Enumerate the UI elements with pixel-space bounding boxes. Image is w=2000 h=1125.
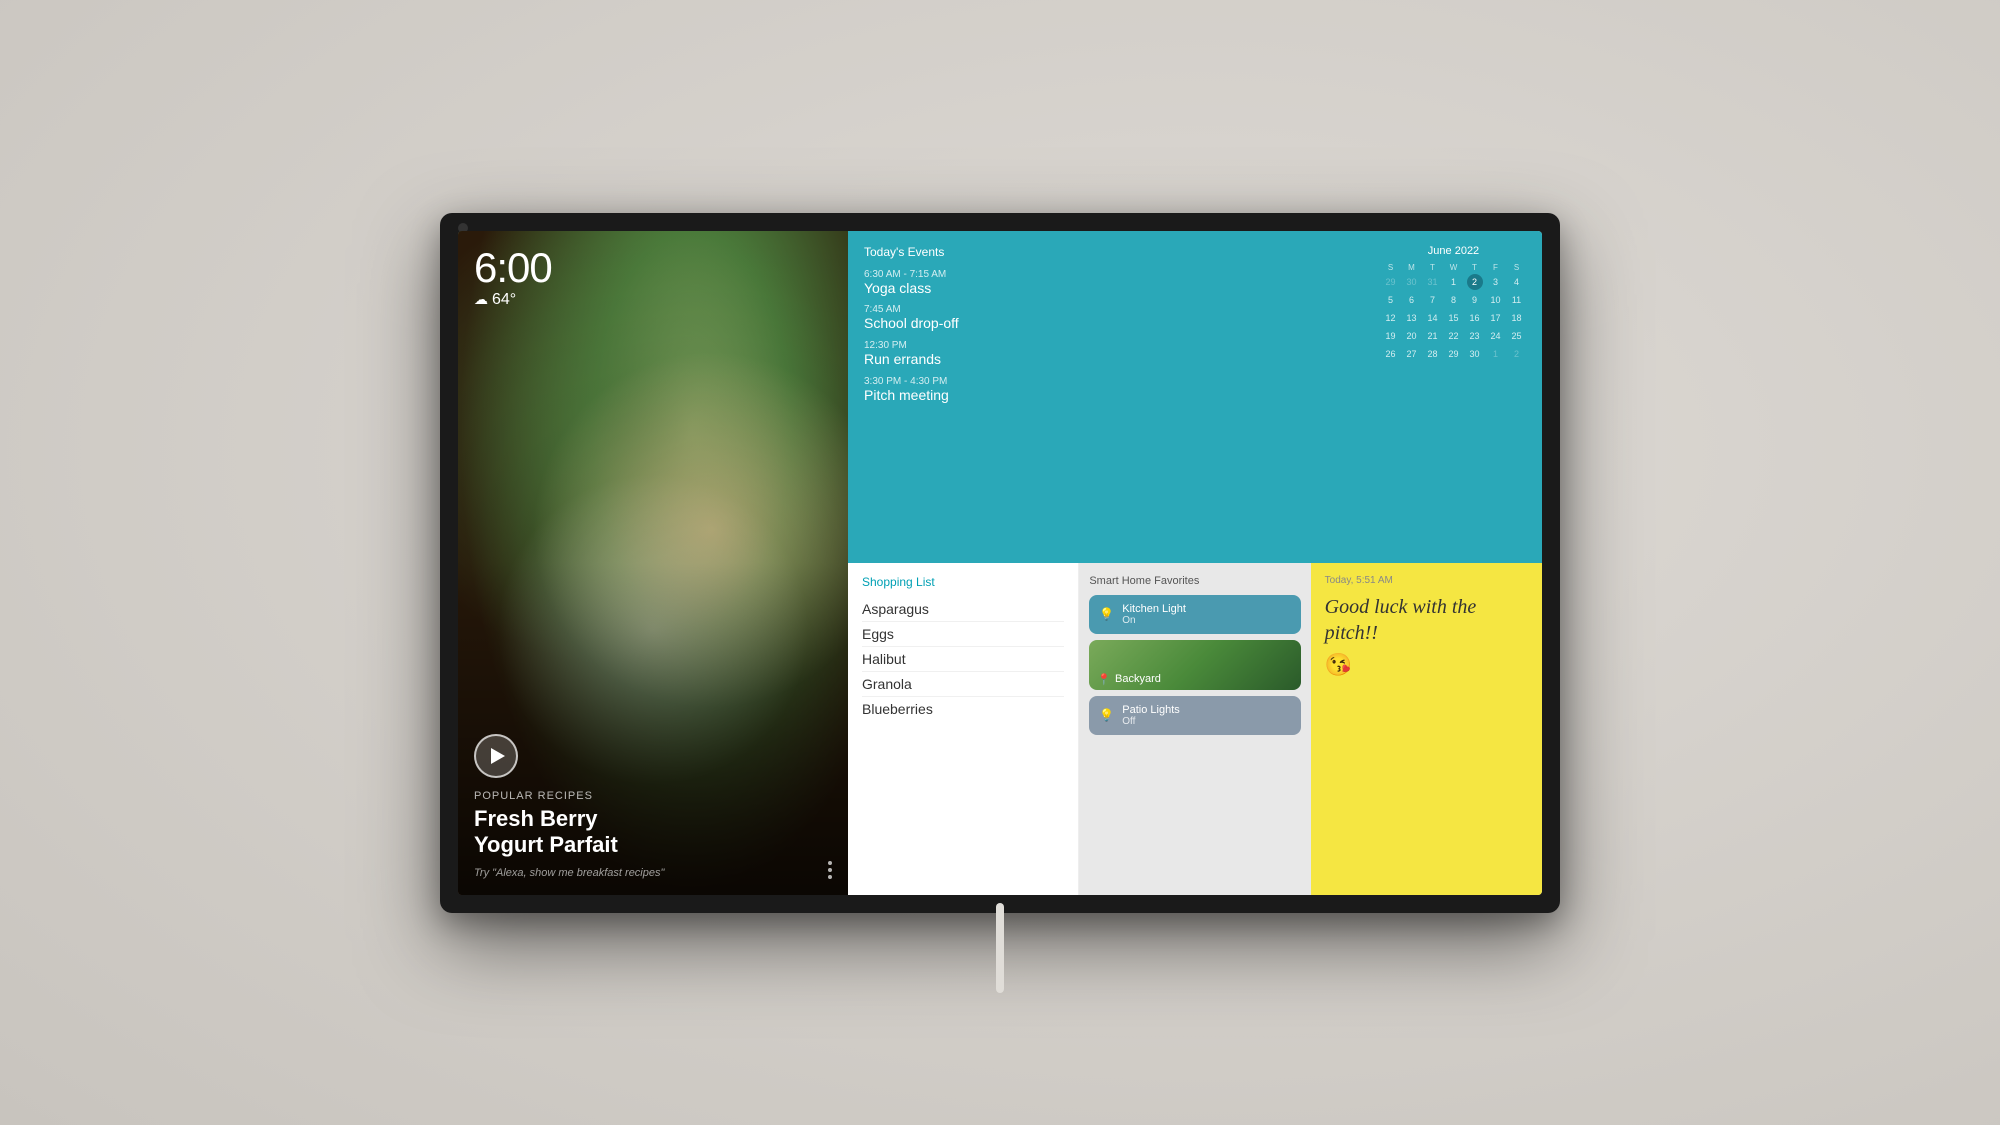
event-item[interactable]: 6:30 AM - 7:15 AM Yoga class bbox=[864, 269, 1365, 297]
event-item[interactable]: 12:30 PM Run errands bbox=[864, 340, 1365, 368]
device-name: Kitchen Light bbox=[1122, 603, 1290, 615]
power-cable bbox=[996, 903, 1004, 993]
note-content: Good luck with the pitch!! bbox=[1325, 594, 1528, 646]
shopping-panel: Shopping List Asparagus Eggs Halibut Gra… bbox=[848, 563, 1079, 895]
event-time: 12:30 PM bbox=[864, 340, 1365, 351]
popular-label: Popular Recipes bbox=[474, 790, 832, 802]
smarthome-title: Smart Home Favorites bbox=[1089, 575, 1300, 587]
media-panel: 6:00 ☁ 64° Popular Recipes Fresh Berry Y… bbox=[458, 231, 848, 895]
time-weather: 6:00 ☁ 64° bbox=[474, 247, 832, 309]
weather-display: ☁ 64° bbox=[474, 291, 832, 309]
calendar-panel: Today's Events 6:30 AM - 7:15 AM Yoga cl… bbox=[848, 231, 1542, 563]
screen: 6:00 ☁ 64° Popular Recipes Fresh Berry Y… bbox=[458, 231, 1542, 895]
more-options[interactable] bbox=[828, 861, 832, 879]
shopping-item[interactable]: Eggs bbox=[862, 622, 1064, 647]
backyard-label: 📍 Backyard bbox=[1097, 673, 1161, 686]
recipe-title: Fresh Berry Yogurt Parfait bbox=[474, 806, 832, 859]
events-section: Today's Events 6:30 AM - 7:15 AM Yoga cl… bbox=[864, 245, 1365, 549]
device-info: Patio Lights Off bbox=[1122, 704, 1290, 727]
play-icon bbox=[491, 748, 505, 764]
device-status: On bbox=[1122, 615, 1290, 626]
smarthome-panel: Smart Home Favorites 💡 Kitchen Light On … bbox=[1079, 563, 1310, 895]
temperature: 64° bbox=[492, 291, 516, 309]
shopping-list-title: Shopping List bbox=[862, 575, 1064, 589]
backyard-card[interactable]: 📍 Backyard bbox=[1089, 640, 1300, 690]
event-time: 3:30 PM - 4:30 PM bbox=[864, 376, 1365, 387]
mini-calendar: June 2022 S M T W T F S 29 30 31 1 2 3 bbox=[1381, 245, 1526, 549]
event-time: 6:30 AM - 7:15 AM bbox=[864, 269, 1365, 280]
kitchen-light-card[interactable]: 💡 Kitchen Light On bbox=[1089, 595, 1300, 634]
event-name: Yoga class bbox=[864, 280, 1365, 297]
shopping-item[interactable]: Blueberries bbox=[862, 697, 1064, 721]
calendar-grid: S M T W T F S 29 30 31 1 2 3 4 5 bbox=[1381, 263, 1526, 362]
play-button[interactable] bbox=[474, 734, 518, 778]
media-bottom: Popular Recipes Fresh Berry Yogurt Parfa… bbox=[474, 734, 832, 879]
event-name: School drop-off bbox=[864, 315, 1365, 332]
time-display: 6:00 bbox=[474, 247, 832, 289]
device-info: Kitchen Light On bbox=[1122, 603, 1290, 626]
event-name: Pitch meeting bbox=[864, 387, 1365, 404]
event-time: 7:45 AM bbox=[864, 304, 1365, 315]
calendar-month-label: June 2022 bbox=[1381, 245, 1526, 257]
bulb-icon: 💡 bbox=[1099, 708, 1114, 722]
event-item[interactable]: 7:45 AM School drop-off bbox=[864, 304, 1365, 332]
note-timestamp: Today, 5:51 AM bbox=[1325, 575, 1528, 586]
location-icon: 📍 bbox=[1097, 673, 1111, 686]
event-name: Run errands bbox=[864, 351, 1365, 368]
note-emoji: 😘 bbox=[1325, 652, 1528, 678]
patio-lights-card[interactable]: 💡 Patio Lights Off bbox=[1089, 696, 1300, 735]
device-name: Patio Lights bbox=[1122, 704, 1290, 716]
weather-icon: ☁ bbox=[474, 291, 488, 308]
device-status: Off bbox=[1122, 716, 1290, 727]
events-title: Today's Events bbox=[864, 245, 1365, 259]
alexa-hint: Try "Alexa, show me breakfast recipes" bbox=[474, 867, 832, 879]
event-item[interactable]: 3:30 PM - 4:30 PM Pitch meeting bbox=[864, 376, 1365, 404]
shopping-item[interactable]: Asparagus bbox=[862, 597, 1064, 622]
bulb-icon: 💡 bbox=[1099, 607, 1114, 621]
bottom-panels: Shopping List Asparagus Eggs Halibut Gra… bbox=[848, 563, 1542, 895]
shopping-item[interactable]: Granola bbox=[862, 672, 1064, 697]
shopping-item[interactable]: Halibut bbox=[862, 647, 1064, 672]
device-frame: 6:00 ☁ 64° Popular Recipes Fresh Berry Y… bbox=[440, 213, 1560, 913]
note-panel: Today, 5:51 AM Good luck with the pitch!… bbox=[1311, 563, 1542, 895]
